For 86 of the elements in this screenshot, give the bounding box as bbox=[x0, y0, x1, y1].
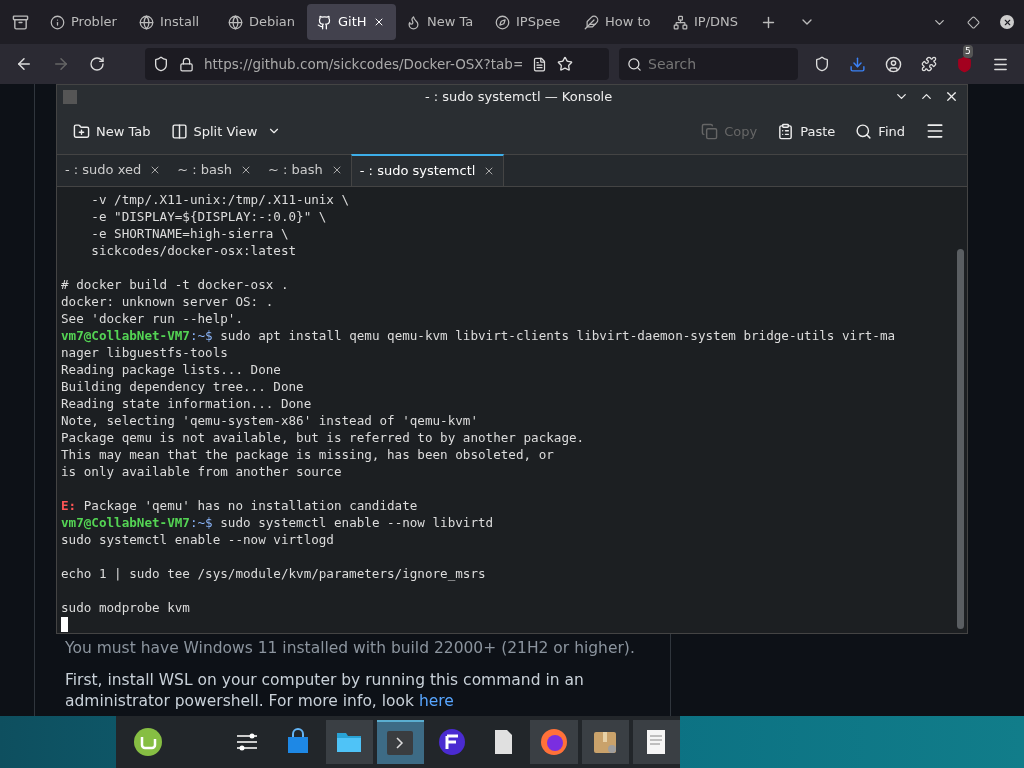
reader-view-icon[interactable] bbox=[532, 56, 547, 72]
terminal-line: echo 1 | sudo tee /sys/module/kvm/parameters/ignore_msrs bbox=[61, 565, 486, 582]
terminal-tab[interactable]: ~ : bash bbox=[260, 154, 351, 186]
url-text: https://github.com/sickcodes/Docker-OSX?tab= bbox=[204, 54, 522, 74]
taskbar-app[interactable] bbox=[632, 720, 681, 764]
browser-tab[interactable]: GitH bbox=[307, 4, 396, 40]
tab-favicon-icon bbox=[584, 14, 599, 30]
konsole-app-icon bbox=[63, 89, 77, 104]
tab-favicon-icon bbox=[495, 14, 510, 30]
terminal-tab[interactable]: - : sudo xed bbox=[57, 154, 170, 186]
page-paragraph: First, install WSL on your computer by running this command in an bbox=[65, 670, 584, 690]
terminal-line: See 'docker run --help'. bbox=[61, 310, 243, 327]
address-bar[interactable]: https://github.com/sickcodes/Docker-OSX?tab= bbox=[145, 48, 609, 80]
terminal-area[interactable] bbox=[57, 187, 967, 633]
terminal-line: nager libguestfs-tools bbox=[61, 344, 228, 361]
terminal-line: vm7@CollabNet-VM7:~$ sudo apt install qemu qemu-kvm libvirt-clients libvirt-daemon-system bridge-utils virt-ma bbox=[61, 327, 896, 344]
close-window-icon[interactable] bbox=[1000, 15, 1014, 29]
new-tab-icon bbox=[73, 122, 90, 140]
terminal-line: E: Package 'qemu' has no installation candidate bbox=[61, 497, 418, 514]
bookmark-star-icon[interactable] bbox=[557, 56, 573, 72]
browser-tab[interactable]: Debian bbox=[218, 4, 307, 40]
search-icon bbox=[855, 122, 873, 140]
terminal-line: Package qemu is not available, but is referred to by another package. bbox=[61, 429, 585, 446]
extension-badge: 5 bbox=[963, 44, 973, 58]
reload-icon[interactable] bbox=[89, 56, 105, 72]
tab-favicon-icon bbox=[673, 14, 688, 30]
forward-icon[interactable] bbox=[52, 55, 70, 73]
mint-logo-icon bbox=[132, 727, 163, 757]
letter-f-logo-icon bbox=[436, 727, 467, 757]
toolbar-button[interactable]: Split View bbox=[170, 121, 282, 142]
browser-tab[interactable]: How to bbox=[574, 4, 663, 40]
terminal-line: -e SHORTNAME=high-sierra \ bbox=[90, 225, 289, 242]
extensions-icon[interactable] bbox=[921, 56, 937, 72]
terminal-line: sudo systemctl enable --now virtlogd bbox=[61, 531, 334, 548]
terminal-line: -e "DISPLAY=${DISPLAY:-:0.0}" \ bbox=[90, 208, 327, 225]
back-icon[interactable] bbox=[15, 55, 33, 73]
terminal-line: Reading state information... Done bbox=[61, 395, 312, 412]
tab-favicon-icon bbox=[406, 14, 421, 30]
text-cursor bbox=[61, 617, 68, 632]
tab-favicon-icon bbox=[50, 14, 65, 30]
browser-tab[interactable]: Probler bbox=[40, 4, 129, 40]
taskbar-app[interactable] bbox=[325, 720, 373, 764]
terminal-line: is only available from another source bbox=[61, 463, 342, 480]
browser-tab[interactable]: IPSpee bbox=[485, 4, 574, 40]
maximize-icon[interactable] bbox=[967, 15, 980, 29]
terminal-icon bbox=[385, 728, 416, 758]
terminal-line: Reading package lists... Done bbox=[61, 361, 281, 378]
toolbar-button[interactable]: New Tab bbox=[73, 121, 151, 142]
tab-favicon-icon bbox=[228, 14, 243, 30]
account-icon[interactable] bbox=[885, 55, 902, 73]
terminal-line: docker: unknown server OS: . bbox=[61, 293, 274, 310]
clipboard-icon bbox=[777, 122, 795, 140]
close-tab-icon[interactable] bbox=[240, 164, 252, 176]
terminal-line: This may mean that the package is missing, has been obsoleted, or bbox=[61, 446, 554, 463]
here-link[interactable]: here bbox=[418, 692, 454, 710]
terminal-line: vm7@CollabNet-VM7:~$ sudo systemctl enable --now libvirtd bbox=[61, 514, 494, 531]
search-field[interactable]: Search bbox=[619, 48, 798, 80]
window-title: - : sudo systemctl — Konsole bbox=[425, 88, 613, 107]
taskbar-app[interactable] bbox=[581, 720, 629, 764]
terminal-line: # docker build -t docker-osx . bbox=[61, 276, 289, 293]
shield-icon bbox=[153, 56, 169, 72]
page-paragraph: administrator powershell. For more info, look here bbox=[65, 691, 454, 711]
toolbar-button[interactable]: Find bbox=[855, 121, 905, 142]
terminal-line: -v /tmp/.X11-unix:/tmp/.X11-unix \ bbox=[90, 191, 350, 208]
terminal-tab[interactable]: - : sudo systemctl bbox=[350, 154, 505, 186]
copy-icon bbox=[701, 122, 719, 140]
terminal-line: sickcodes/docker-osx:latest bbox=[90, 242, 297, 259]
tab-favicon-icon bbox=[139, 14, 154, 30]
lock-icon bbox=[179, 56, 194, 72]
search-placeholder: Search bbox=[648, 54, 697, 74]
terminal-line: Note, selecting 'qemu-system-x86' instead of 'qemu-kvm' bbox=[61, 412, 478, 429]
terminal-line: Building dependency tree... Done bbox=[61, 378, 304, 395]
scrollbar-thumb[interactable] bbox=[956, 249, 964, 629]
search-icon bbox=[627, 56, 642, 72]
browser-tab[interactable]: IP/DNS bbox=[663, 4, 752, 40]
tab-list-icon[interactable] bbox=[11, 13, 29, 31]
browser-tab[interactable]: Install bbox=[129, 4, 218, 40]
terminal-tab[interactable]: ~ : bash bbox=[169, 154, 260, 186]
page-paragraph: You must have Windows 11 installed with build 22000+ (21H2 or higher). bbox=[65, 638, 635, 658]
terminal-line: sudo modprobe kvm bbox=[61, 599, 190, 616]
tab-favicon-icon bbox=[317, 14, 332, 30]
taskbar-app[interactable] bbox=[376, 720, 424, 764]
split-view-icon bbox=[170, 122, 188, 140]
download-icon[interactable] bbox=[849, 55, 866, 73]
toolbar-button[interactable]: Paste bbox=[777, 121, 836, 142]
browser-tab[interactable]: New Ta bbox=[396, 4, 485, 40]
